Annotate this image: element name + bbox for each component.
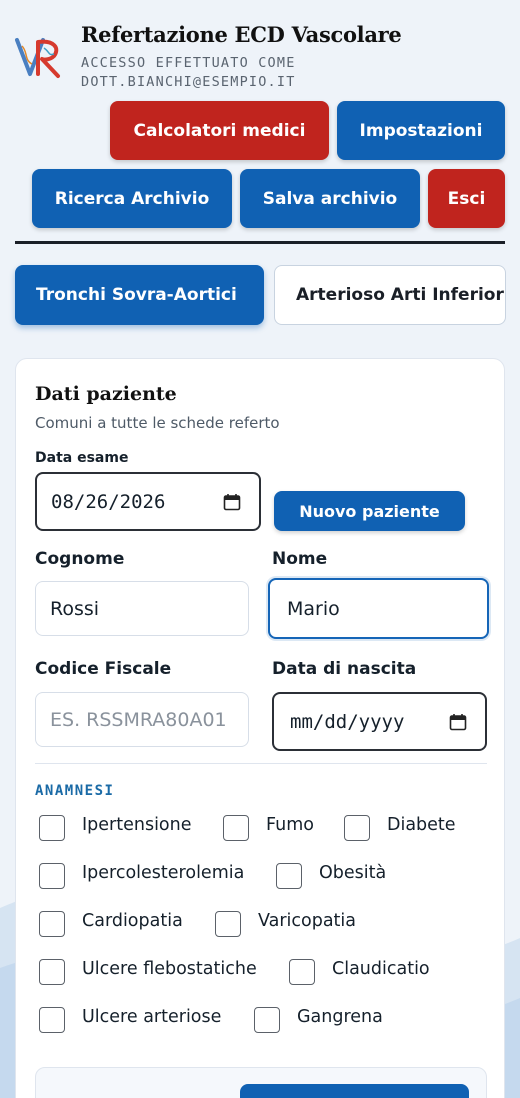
checkbox-fumo[interactable] [223,815,249,841]
checkbox-label-obesita: Obesità [319,863,387,883]
checkbox-claudicatio[interactable] [289,959,315,985]
login-line-1: ACCESSO EFFETTUATO COME [81,55,296,71]
exam-date-label: Data esame [35,450,129,466]
patient-card-subtitle: Comuni a tutte le schede referto [35,414,280,432]
section-separator [35,763,487,764]
vr-logo-icon [15,38,60,78]
tab-tronchi-sovra-aortici[interactable]: Tronchi Sovra-Aortici [15,265,264,325]
settings-button[interactable]: Impostazioni [337,101,505,160]
app-title: Refertazione ECD Vascolare [81,22,402,47]
checkbox-label-ulcere-arteriose: Ulcere arteriose [82,1007,222,1027]
calendar-icon[interactable] [223,493,241,511]
checkbox-obesita[interactable] [276,863,302,889]
tax-code-input[interactable]: ES. RSSMRA80A01 [35,692,249,747]
checkbox-label-varicopatia: Varicopatia [258,911,357,931]
tax-code-label: Codice Fiscale [35,659,172,679]
checkbox-ulcere-flebostatiche[interactable] [39,959,65,985]
checkbox-label-diabete: Diabete [387,815,456,835]
surname-input[interactable]: Rossi [35,581,249,636]
checkbox-gangrena[interactable] [254,1007,280,1033]
checkbox-diabete[interactable] [344,815,370,841]
birth-date-label: Data di nascita [272,659,417,679]
birth-date-input[interactable]: mm/dd/yyyy [272,692,487,751]
exam-date-input[interactable]: 08/26/2026 [35,472,261,531]
checkbox-label-ulcere-flebostatiche: Ulcere flebostatiche [82,959,257,979]
name-label: Nome [272,549,328,569]
tab-arterioso-arti-inferiori[interactable]: Arterioso Arti Inferiori [274,265,506,325]
patient-card: Dati paziente Comuni a tutte le schede r… [15,358,505,1098]
medical-calculators-button[interactable]: Calcolatori medici [110,101,329,160]
save-archive-button[interactable]: Salva archivio [240,169,420,228]
name-input[interactable]: Mario [268,578,489,639]
checkbox-label-gangrena: Gangrena [297,1007,383,1027]
name-value: Mario [287,597,340,620]
checkbox-ulcere-arteriose[interactable] [39,1007,65,1033]
checkbox-cardiopatia[interactable] [39,911,65,937]
checkbox-varicopatia[interactable] [215,911,241,937]
checkbox-label-ipercolesterolemia: Ipercolesterolemia [82,863,245,883]
surname-label: Cognome [35,549,125,569]
checkbox-label-claudicatio: Claudicatio [332,959,430,979]
checkbox-label-fumo: Fumo [266,815,314,835]
inner-panel [35,1067,487,1098]
tax-code-placeholder: ES. RSSMRA80A01 [50,708,227,731]
checkbox-label-cardiopatia: Cardiopatia [82,911,183,931]
exit-button[interactable]: Esci [428,169,505,228]
checkbox-ipercolesterolemia[interactable] [39,863,65,889]
login-user-email: DOTT.BIANCHI@ESEMPIO.IT [81,74,296,90]
exam-date-value: 08/26/2026 [51,490,166,513]
header-divider [15,241,505,244]
app-page: Refertazione ECD Vascolare ACCESSO EFFET… [0,0,520,1098]
search-archive-button[interactable]: Ricerca Archivio [32,169,232,228]
anamnesis-heading: ANAMNESI [35,783,115,799]
checkbox-label-ipertensione: Ipertensione [82,815,192,835]
patient-card-title: Dati paziente [35,383,177,405]
calendar-icon[interactable] [449,713,467,731]
login-info: ACCESSO EFFETTUATO COME DOTT.BIANCHI@ESE… [81,54,381,92]
new-patient-button[interactable]: Nuovo paziente [274,491,465,531]
surname-value: Rossi [50,597,100,620]
inner-panel-button[interactable] [240,1084,469,1098]
birth-date-placeholder: mm/dd/yyyy [290,710,405,733]
checkbox-ipertensione[interactable] [39,815,65,841]
